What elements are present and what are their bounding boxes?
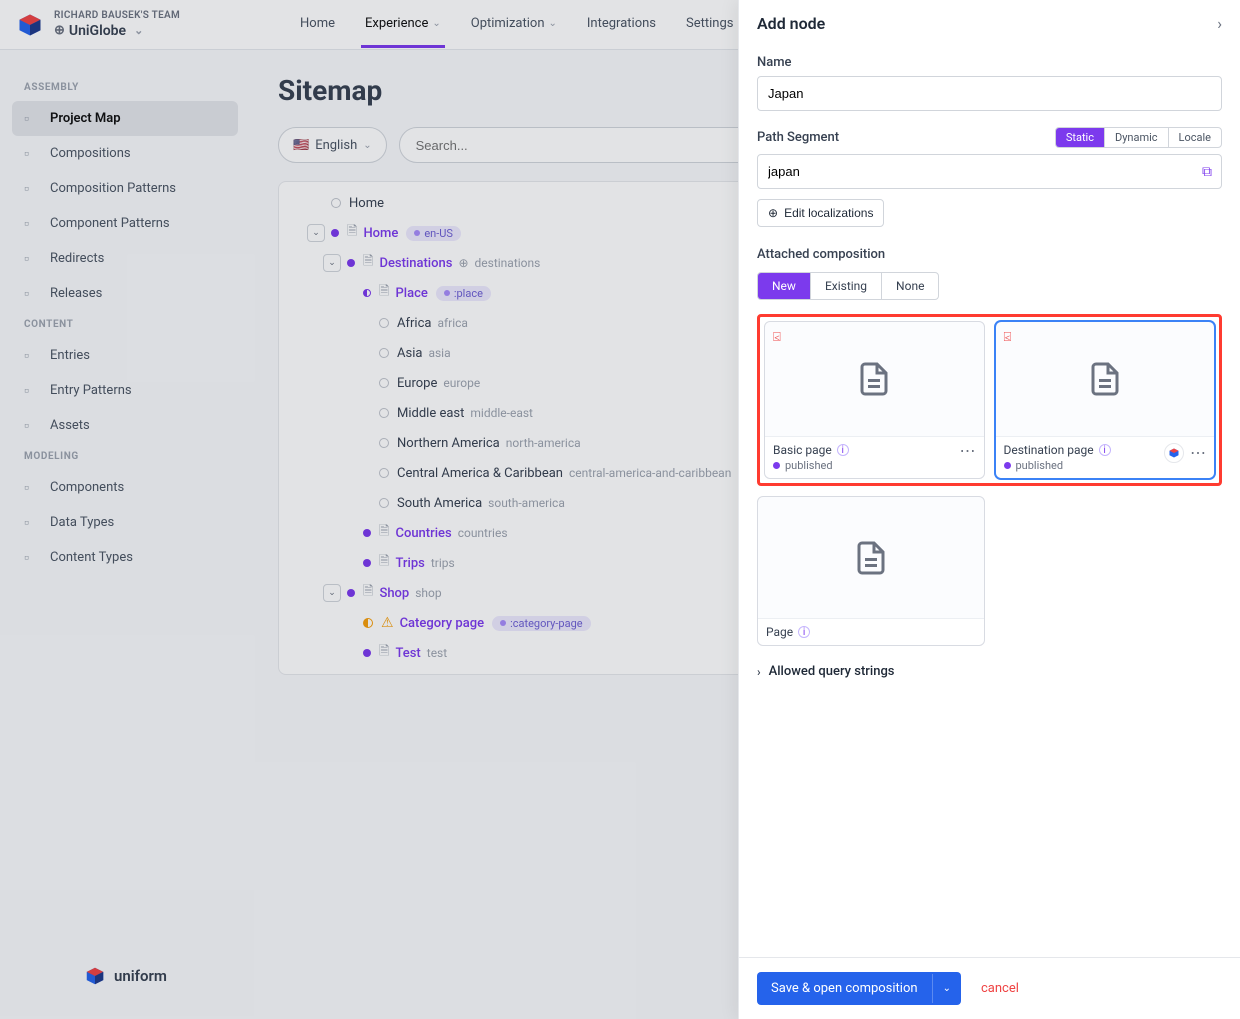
card-status: published (785, 459, 833, 472)
cancel-link[interactable]: cancel (981, 981, 1019, 996)
template-card-destination-page[interactable]: ⍃ Destination page i published ⋯ (995, 321, 1216, 479)
page-icon (1087, 361, 1123, 397)
tab-new[interactable]: New (758, 273, 810, 299)
collapse-panel-icon[interactable]: › (1217, 14, 1222, 33)
name-input[interactable] (757, 76, 1222, 111)
edit-localizations-button[interactable]: ⊕ Edit localizations (757, 199, 884, 227)
tab-none[interactable]: None (881, 273, 938, 299)
attached-composition-heading: Attached composition (757, 247, 1222, 262)
chevron-down-icon[interactable]: ⌄ (932, 974, 961, 1003)
card-title: Destination page (1004, 443, 1094, 457)
path-segment-static[interactable]: Static (1056, 128, 1104, 147)
card-title: Page (766, 625, 793, 639)
page-icon (856, 361, 892, 397)
path-segment-locale[interactable]: Locale (1168, 128, 1221, 147)
template-card-page[interactable]: Pagei (757, 496, 985, 646)
globe-icon: ⊕ (768, 206, 778, 220)
save-open-composition-button[interactable]: Save & open composition ⌄ (757, 972, 961, 1005)
more-icon[interactable]: ⋯ (1190, 445, 1206, 461)
allowed-query-strings-toggle[interactable]: › Allowed query strings (757, 664, 1222, 679)
composition-tabs: NewExistingNone (757, 272, 939, 300)
info-icon[interactable]: i (837, 444, 849, 456)
tab-existing[interactable]: Existing (810, 273, 881, 299)
status-dot (1004, 462, 1011, 469)
info-icon[interactable]: i (1099, 444, 1111, 456)
add-node-panel: Add node › Name Path Segment StaticDynam… (738, 0, 1240, 1019)
card-status: published (1016, 459, 1064, 472)
page-icon (853, 540, 889, 576)
path-segment-dynamic[interactable]: Dynamic (1104, 128, 1168, 147)
path-label: Path Segment (757, 130, 839, 145)
template-cards-highlighted: ⍃ Basic page i published ⋯ ⍃ Destination page i… (757, 314, 1222, 486)
name-label: Name (757, 55, 1222, 70)
panel-title: Add node (757, 14, 825, 33)
more-icon[interactable]: ⋯ (960, 443, 976, 459)
path-type-segmented: StaticDynamicLocale (1055, 127, 1222, 148)
template-card-basic-page[interactable]: ⍃ Basic page i published ⋯ (764, 321, 985, 479)
card-title: Basic page (773, 443, 832, 457)
status-dot (773, 462, 780, 469)
tag-icon: ⍃ (1004, 330, 1012, 345)
info-icon[interactable]: i (798, 626, 810, 638)
chevron-right-icon: › (757, 665, 761, 679)
copy-icon[interactable]: ⧉ (1202, 164, 1212, 180)
path-input[interactable] (757, 154, 1222, 189)
tag-icon: ⍃ (773, 330, 781, 345)
uniform-logo-icon (1164, 443, 1184, 463)
